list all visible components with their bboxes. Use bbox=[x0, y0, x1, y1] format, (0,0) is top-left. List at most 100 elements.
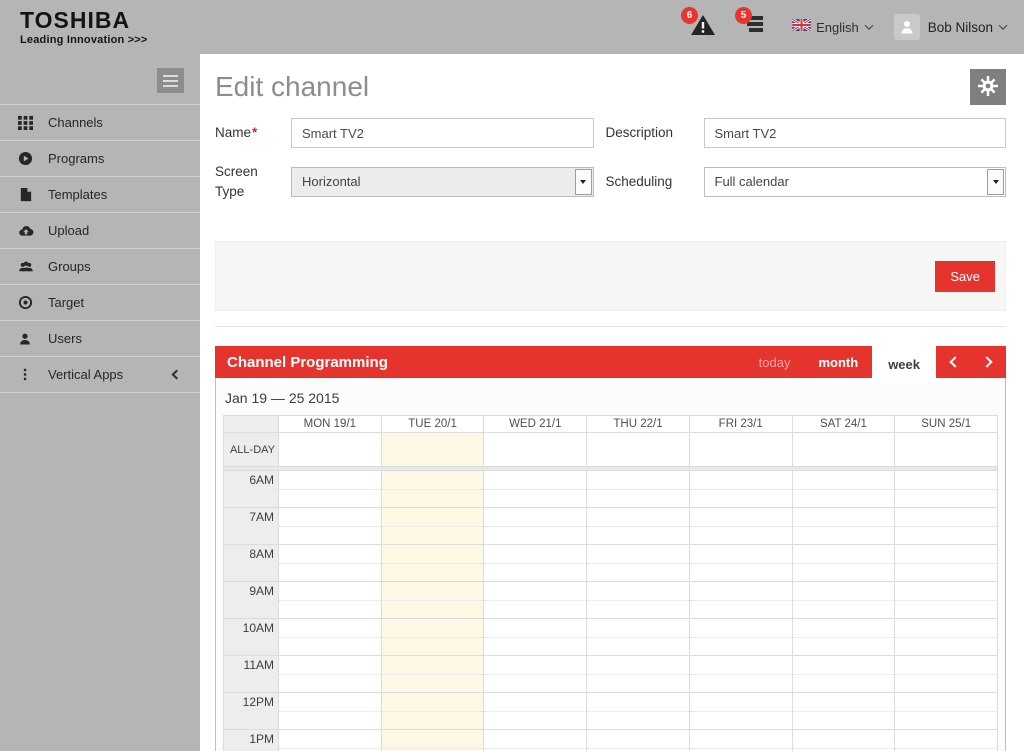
time-slot-cell[interactable] bbox=[484, 693, 587, 730]
month-view-button[interactable]: month bbox=[804, 346, 872, 378]
sidebar-toggle-button[interactable] bbox=[157, 68, 184, 93]
time-slot-cell[interactable] bbox=[895, 471, 998, 508]
name-field[interactable] bbox=[291, 118, 594, 148]
screen-type-select[interactable]: Horizontal bbox=[291, 167, 594, 197]
time-slot-cell[interactable] bbox=[587, 693, 690, 730]
time-slot-cell[interactable] bbox=[793, 508, 896, 545]
time-slot-cell[interactable] bbox=[279, 730, 382, 751]
time-slot-cell[interactable] bbox=[484, 582, 587, 619]
sidebar-item-groups[interactable]: Groups bbox=[0, 248, 200, 284]
time-slot-cell[interactable] bbox=[793, 619, 896, 656]
sidebar: Channels Programs Templates Upload Group… bbox=[0, 54, 200, 751]
time-slot-cell[interactable] bbox=[793, 730, 896, 751]
time-slot-cell[interactable] bbox=[895, 619, 998, 656]
time-slot-cell[interactable] bbox=[279, 656, 382, 693]
time-slot-cell[interactable] bbox=[793, 693, 896, 730]
time-slot-cell[interactable] bbox=[484, 545, 587, 582]
queue-button[interactable]: 5 bbox=[744, 14, 766, 40]
time-slot-cell[interactable] bbox=[382, 730, 485, 751]
time-slot-cell[interactable] bbox=[895, 656, 998, 693]
time-slot-cell[interactable] bbox=[279, 693, 382, 730]
time-slot-cell[interactable] bbox=[587, 508, 690, 545]
user-menu[interactable]: Bob Nilson bbox=[894, 14, 1006, 40]
time-slot-cell[interactable] bbox=[279, 508, 382, 545]
uk-flag-icon bbox=[792, 18, 811, 36]
time-slot-cell[interactable] bbox=[484, 619, 587, 656]
time-slot-cell[interactable] bbox=[895, 730, 998, 751]
time-slot-cell[interactable] bbox=[279, 582, 382, 619]
sidebar-item-target[interactable]: Target bbox=[0, 284, 200, 320]
time-slot-cell[interactable] bbox=[895, 508, 998, 545]
time-slot-cell[interactable] bbox=[382, 656, 485, 693]
time-axis-label: 10AM bbox=[223, 619, 279, 656]
language-selector[interactable]: English bbox=[792, 18, 872, 36]
time-slot-cell[interactable] bbox=[690, 619, 793, 656]
time-slot-cell[interactable] bbox=[690, 471, 793, 508]
time-slot-cell[interactable] bbox=[587, 545, 690, 582]
alerts-count-badge: 6 bbox=[681, 7, 698, 24]
previous-week-button[interactable] bbox=[936, 346, 971, 378]
all-day-cell[interactable] bbox=[690, 433, 793, 467]
description-field[interactable] bbox=[704, 118, 1007, 148]
all-day-cell[interactable] bbox=[484, 433, 587, 467]
time-slot-cell[interactable] bbox=[484, 656, 587, 693]
time-slot-cell[interactable] bbox=[279, 471, 382, 508]
scheduling-select[interactable]: Full calendar bbox=[704, 167, 1007, 197]
time-slot-cell[interactable] bbox=[793, 471, 896, 508]
toshiba-logo: TOSHIBA Leading Innovation >>> bbox=[20, 9, 148, 46]
time-slot-cell[interactable] bbox=[793, 545, 896, 582]
time-slot-cell[interactable] bbox=[587, 471, 690, 508]
sidebar-item-templates[interactable]: Templates bbox=[0, 176, 200, 212]
all-day-cell[interactable] bbox=[793, 433, 896, 467]
sidebar-item-users[interactable]: Users bbox=[0, 320, 200, 356]
time-slot-cell[interactable] bbox=[793, 656, 896, 693]
time-slot-cell[interactable] bbox=[382, 545, 485, 582]
time-slot-cell[interactable] bbox=[484, 508, 587, 545]
time-slot-cell[interactable] bbox=[587, 582, 690, 619]
time-slot-cell[interactable] bbox=[587, 619, 690, 656]
today-button[interactable]: today bbox=[745, 346, 805, 378]
all-day-cell[interactable] bbox=[279, 433, 382, 467]
sidebar-item-programs[interactable]: Programs bbox=[0, 140, 200, 176]
next-week-button[interactable] bbox=[971, 346, 1006, 378]
save-button[interactable]: Save bbox=[935, 261, 995, 292]
time-slot-cell[interactable] bbox=[793, 582, 896, 619]
time-slot-cell[interactable] bbox=[484, 471, 587, 508]
time-slot-cell[interactable] bbox=[690, 508, 793, 545]
time-slot-cell[interactable] bbox=[382, 619, 485, 656]
time-slot-cell[interactable] bbox=[382, 582, 485, 619]
all-day-cell[interactable] bbox=[382, 433, 485, 467]
hour-row: 10AM bbox=[223, 619, 998, 656]
description-label: Description bbox=[606, 123, 692, 143]
sidebar-item-channels[interactable]: Channels bbox=[0, 104, 200, 140]
time-slot-cell[interactable] bbox=[690, 693, 793, 730]
time-slot-cell[interactable] bbox=[279, 619, 382, 656]
alerts-button[interactable]: 6 bbox=[690, 14, 716, 41]
time-slot-cell[interactable] bbox=[690, 656, 793, 693]
time-slot-cell[interactable] bbox=[279, 545, 382, 582]
week-view-button[interactable]: week bbox=[872, 346, 936, 383]
calendar-toolbar: Channel Programming today month week bbox=[215, 346, 1006, 378]
logo-text: TOSHIBA bbox=[20, 9, 148, 32]
time-slot-cell[interactable] bbox=[690, 545, 793, 582]
day-header: THU 22/1 bbox=[587, 415, 690, 433]
time-slot-cell[interactable] bbox=[587, 656, 690, 693]
time-slot-cell[interactable] bbox=[484, 730, 587, 751]
time-slot-cell[interactable] bbox=[382, 508, 485, 545]
time-slot-cell[interactable] bbox=[587, 730, 690, 751]
time-slot-cell[interactable] bbox=[895, 693, 998, 730]
time-slot-cell[interactable] bbox=[690, 730, 793, 751]
all-day-cell[interactable] bbox=[895, 433, 998, 467]
time-slot-cell[interactable] bbox=[895, 545, 998, 582]
time-slot-cell[interactable] bbox=[382, 471, 485, 508]
sidebar-item-label: Vertical Apps bbox=[48, 367, 123, 382]
all-day-cell[interactable] bbox=[587, 433, 690, 467]
settings-button[interactable] bbox=[970, 69, 1006, 105]
sidebar-item-upload[interactable]: Upload bbox=[0, 212, 200, 248]
time-slot-cell[interactable] bbox=[382, 693, 485, 730]
select-arrow-icon bbox=[987, 169, 1004, 195]
sidebar-item-vertical-apps[interactable]: Vertical Apps bbox=[0, 356, 200, 392]
time-slot-cell[interactable] bbox=[690, 582, 793, 619]
select-arrow-icon bbox=[575, 169, 592, 195]
time-slot-cell[interactable] bbox=[895, 582, 998, 619]
